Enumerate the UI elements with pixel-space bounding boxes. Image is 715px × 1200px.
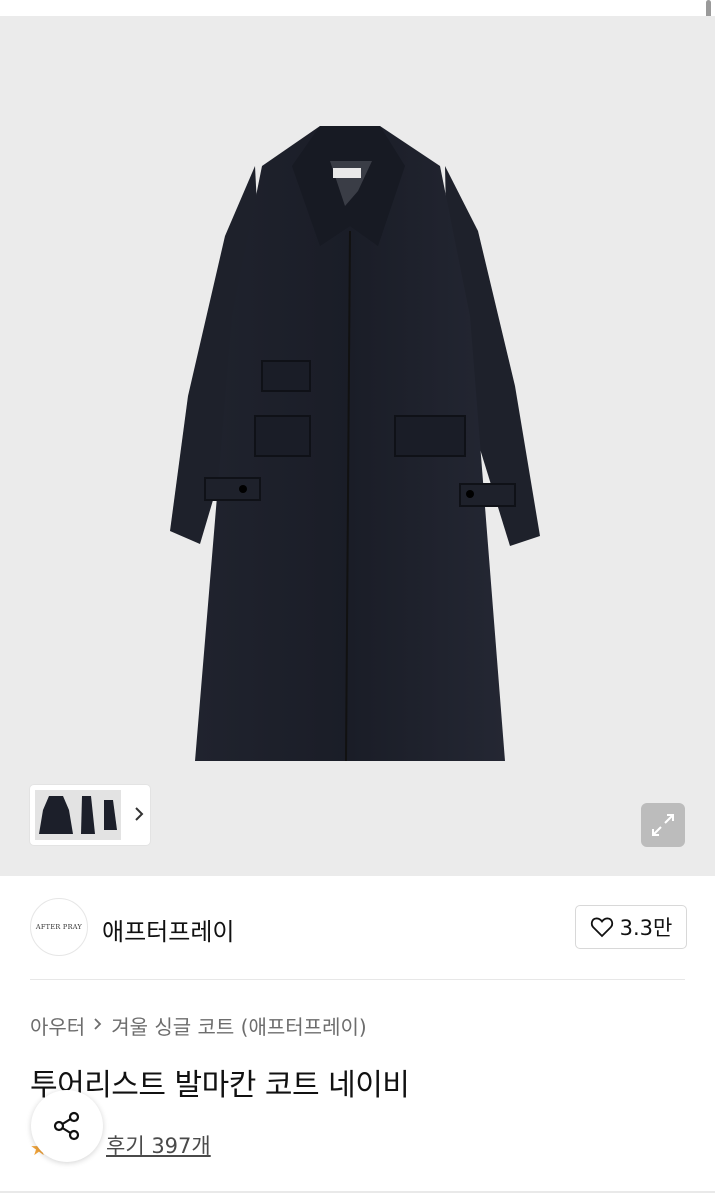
share-button[interactable] [31,1090,103,1162]
chevron-right-icon [93,1015,103,1036]
heart-icon [590,917,613,938]
share-icon [53,1111,80,1141]
breadcrumb: 아우터 겨울 싱글 코트 (애프터프레이) [30,1011,367,1040]
expand-button[interactable] [641,803,685,847]
breadcrumb-item[interactable]: 겨울 싱글 코트 (애프터프레이) [111,1011,366,1040]
like-count: 3.3만 [619,916,673,940]
review-link[interactable]: 후기 397개 [106,1130,211,1160]
thumbnail-strip[interactable] [30,785,150,845]
brand-section: AFTER PRAY 애프터프레이 3.3만 [0,876,715,980]
thumbnail-1[interactable] [35,790,77,840]
coat-illustration [170,126,540,762]
breadcrumb-item[interactable]: 아우터 [30,1011,85,1040]
thumbnail-2[interactable] [77,790,99,840]
product-image[interactable] [0,16,715,876]
thumbnail-3[interactable] [99,790,121,840]
brand-name[interactable]: 애프터프레이 [102,912,234,947]
brand-logo[interactable]: AFTER PRAY [30,898,88,956]
chevron-right-icon[interactable] [134,803,144,827]
like-button[interactable]: 3.3만 [575,905,687,949]
top-bar [0,0,715,16]
divider [0,1191,715,1193]
brand-logo-text: AFTER PRAY [35,923,83,931]
divider [30,979,685,980]
expand-icon [652,814,674,836]
